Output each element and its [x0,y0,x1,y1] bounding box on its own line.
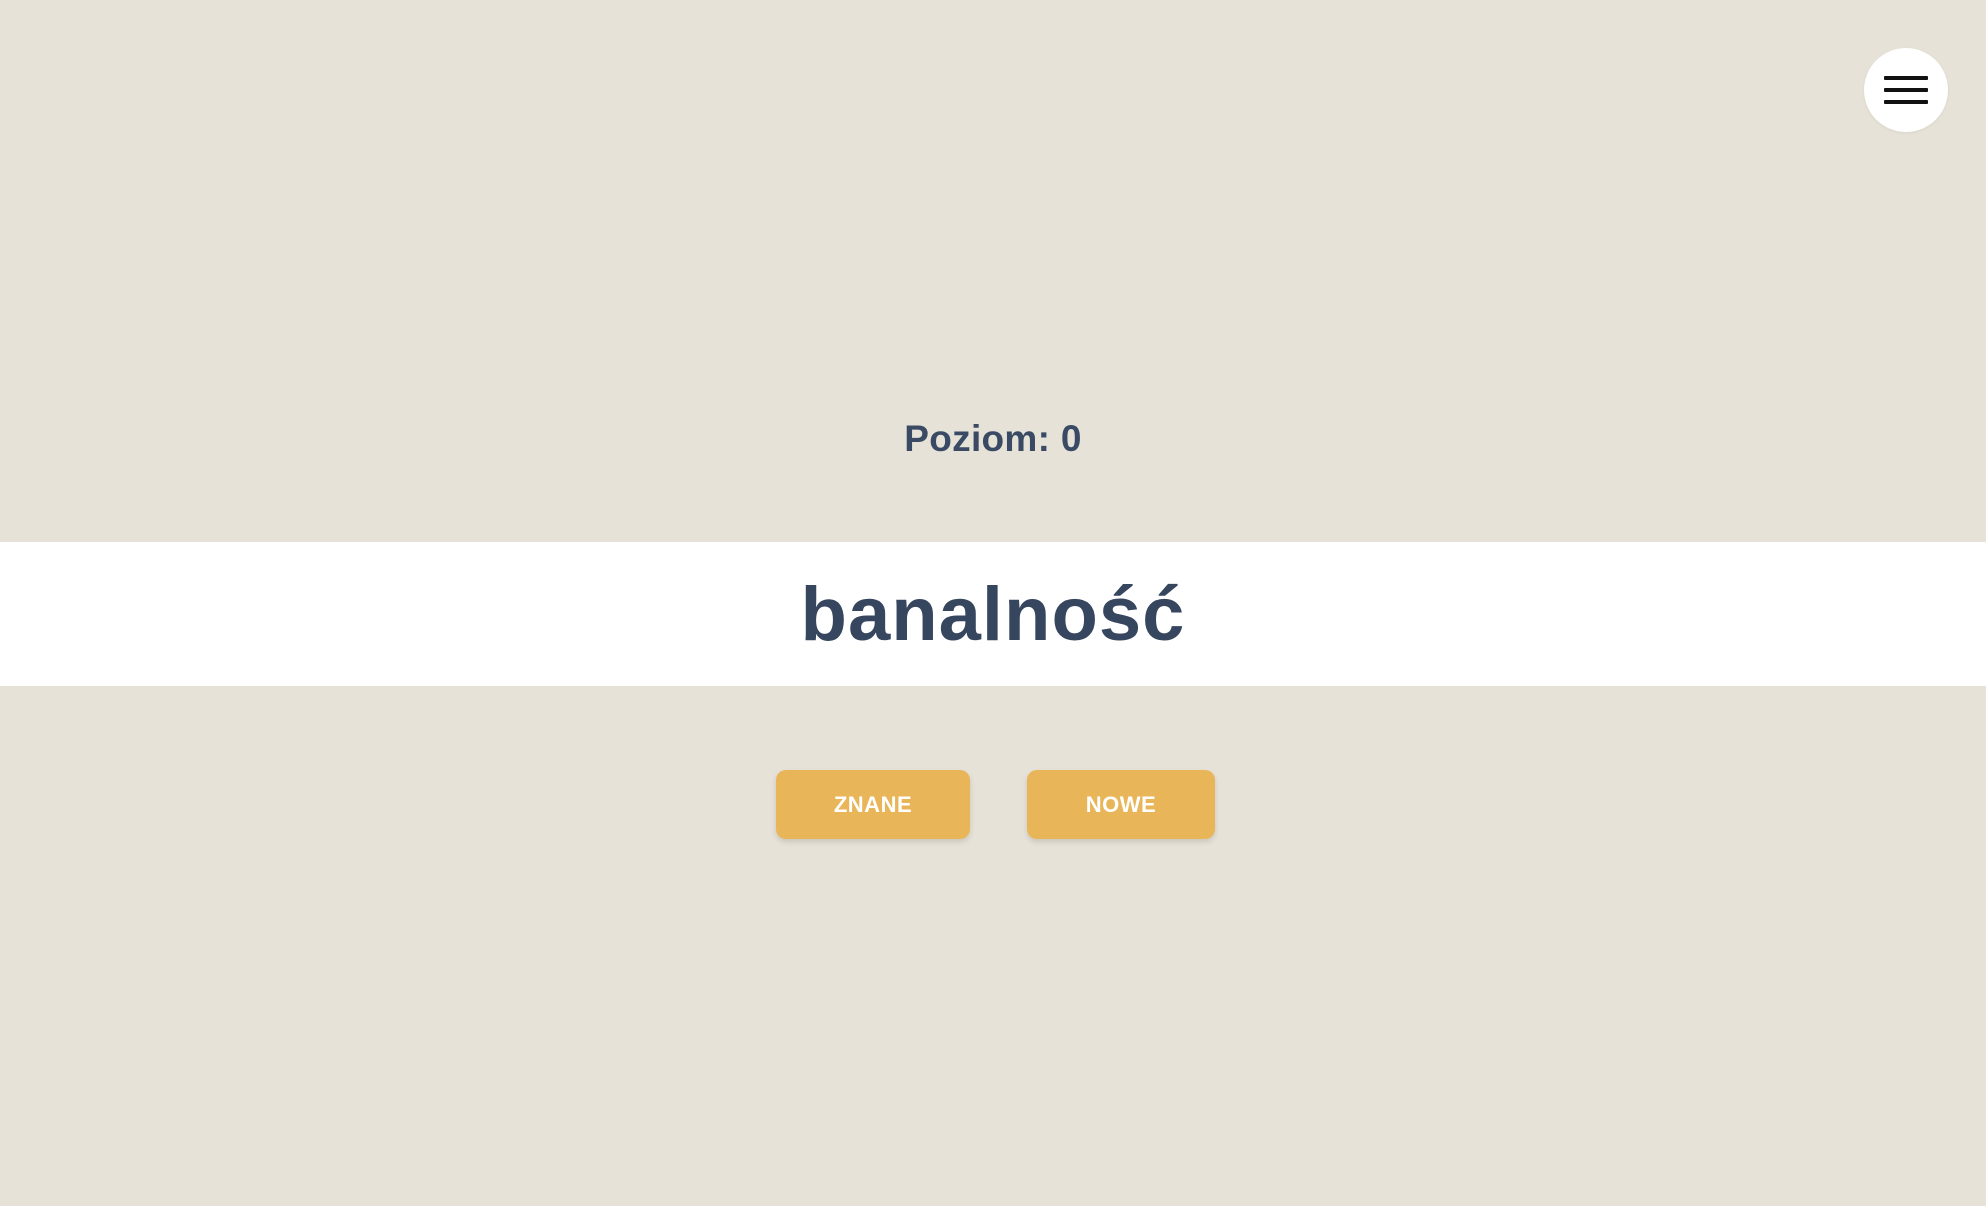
word-card: banalność [0,542,1986,686]
word-text: banalność [800,571,1186,657]
new-button[interactable]: NOWE [1027,770,1215,839]
level-label: Poziom: 0 [904,418,1082,459]
hamburger-menu-icon [1884,74,1928,106]
known-button[interactable]: ZNANE [776,770,970,839]
menu-button[interactable] [1864,48,1948,132]
